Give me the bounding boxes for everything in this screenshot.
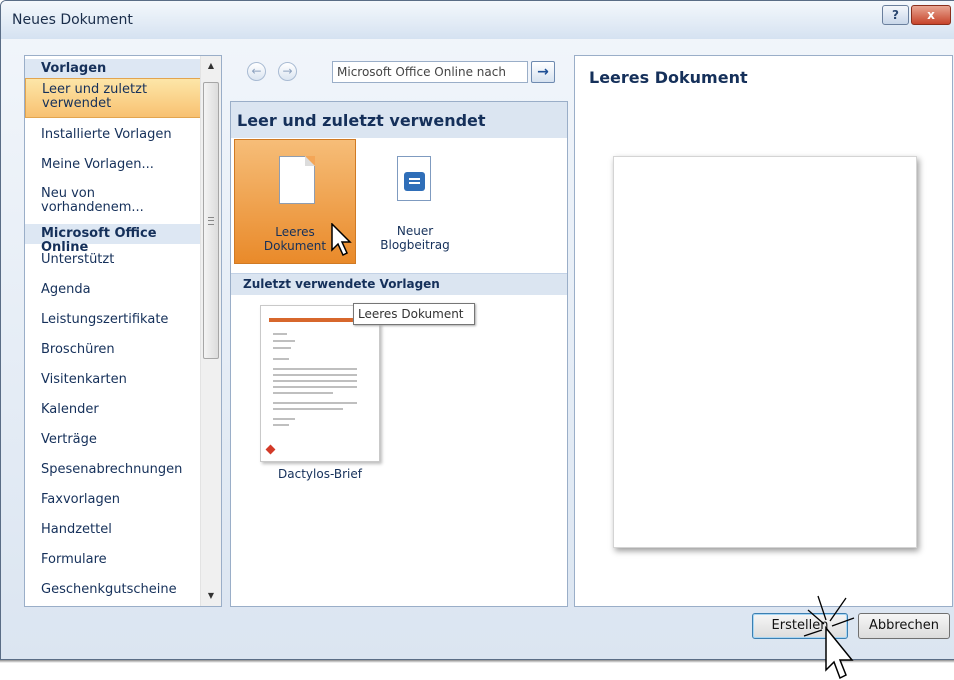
recent-templates-title: Zuletzt verwendete Vorlagen: [231, 273, 567, 295]
tooltip: Leeres Dokument: [353, 303, 475, 325]
close-button[interactable]: x: [911, 5, 951, 25]
category-item[interactable]: Neu von vorhandenem...: [25, 183, 201, 223]
category-header: Vorlagen: [25, 59, 201, 79]
template-panel: Leer und zuletzt verwendet Leeres Dokume…: [230, 101, 568, 607]
mouse-pointer-icon: [331, 223, 352, 257]
back-arrow-icon[interactable]: ←: [247, 62, 266, 81]
online-search-input[interactable]: [332, 61, 528, 83]
template-label-dactylos-brief[interactable]: Dactylos-Brief: [260, 467, 380, 481]
category-item[interactable]: Leistungszertifikate: [25, 308, 201, 332]
category-item[interactable]: Installierte Vorlagen: [25, 123, 201, 147]
tile-label-line1: Neuer: [396, 224, 434, 238]
section-title: Leer und zuletzt verwendet: [231, 102, 567, 138]
preview-page: [613, 156, 917, 548]
template-thumbnail-dactylos-brief[interactable]: [260, 305, 380, 462]
category-item[interactable]: Meine Vorlagen...: [25, 153, 201, 177]
forward-arrow-icon[interactable]: →: [278, 62, 297, 81]
scroll-up-icon[interactable]: ▲: [204, 59, 218, 73]
title-bar: Neues Dokument ? x: [1, 1, 954, 39]
category-header: Microsoft Office Online: [25, 224, 201, 255]
category-item[interactable]: Handzettel: [25, 518, 201, 542]
preview-title: Leeres Dokument: [589, 68, 748, 87]
preview-panel: Leeres Dokument: [574, 55, 953, 607]
help-button[interactable]: ?: [882, 5, 909, 25]
category-item[interactable]: Kalender: [25, 398, 201, 422]
category-item[interactable]: Visitenkarten: [25, 368, 201, 392]
dialog-title: Neues Dokument: [12, 12, 133, 28]
category-item[interactable]: Faxvorlagen: [25, 488, 201, 512]
tile-label-line2: Blogbeitrag: [380, 238, 450, 252]
click-sparkle-cursor-icon: [803, 595, 855, 680]
category-item[interactable]: Leer und zuletzt verwendet: [25, 78, 201, 118]
category-item[interactable]: Unterstützt: [25, 248, 201, 272]
category-item[interactable]: Geschenkgutscheine: [25, 578, 201, 602]
category-item[interactable]: Broschüren: [25, 338, 201, 362]
new-document-dialog: Neues Dokument ? x Vorlagen Leer und zule…: [0, 0, 954, 660]
scroll-thumb[interactable]: [203, 82, 219, 359]
category-item[interactable]: Verträge: [25, 428, 201, 452]
category-item[interactable]: Formulare: [25, 548, 201, 572]
category-list: Vorlagen Leer und zuletzt verwendet Instal…: [24, 55, 222, 607]
blog-post-icon: [397, 156, 431, 201]
blank-document-icon: [279, 156, 315, 204]
category-item[interactable]: Agenda: [25, 278, 201, 302]
cancel-button[interactable]: Abbrechen: [858, 613, 950, 639]
scroll-down-icon[interactable]: ▼: [204, 589, 218, 603]
category-item[interactable]: Spesenabrechnungen: [25, 458, 201, 482]
search-go-icon[interactable]: →: [531, 61, 555, 83]
category-scrollbar[interactable]: ▲ ▼: [200, 56, 221, 606]
